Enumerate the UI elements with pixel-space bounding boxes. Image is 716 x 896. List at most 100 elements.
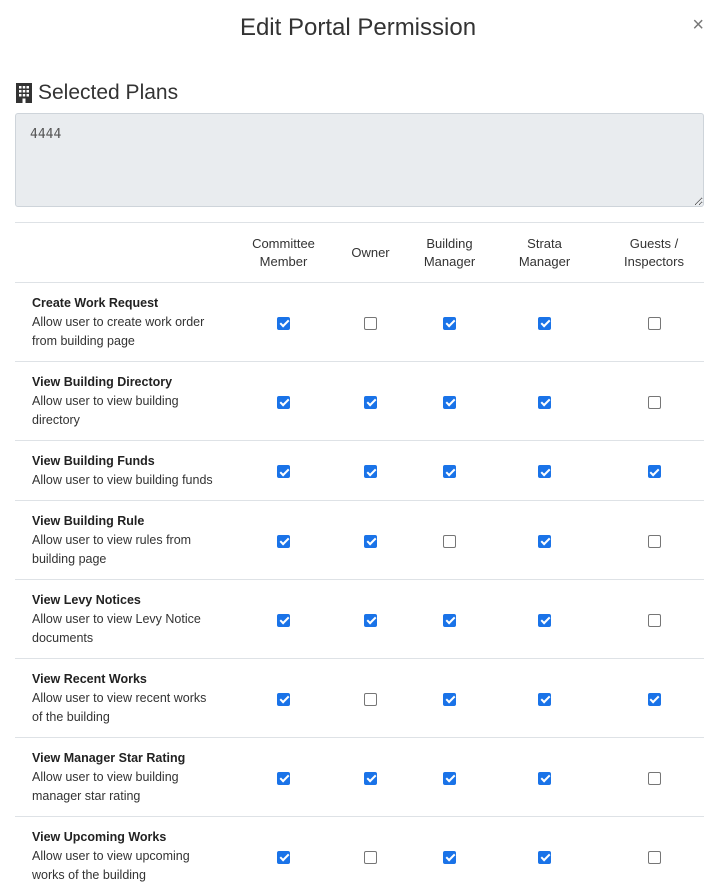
header-strata-manager: Strata Manager [485, 222, 604, 283]
owner-checkbox[interactable] [364, 534, 377, 548]
checkbox-cell [414, 579, 485, 659]
checkbox-cell [604, 816, 704, 896]
permission-label-cell: View Building Rule Allow user to view rul… [15, 500, 240, 580]
checkbox-cell [485, 579, 604, 659]
header-permission [15, 222, 240, 283]
close-button[interactable]: × [692, 15, 704, 35]
checkbox-cell [327, 737, 414, 817]
permission-description: Allow user to view rules from [32, 532, 192, 547]
checkbox-cell [240, 579, 327, 659]
permission-label-cell: View Building Directory Allow user to vie… [15, 361, 240, 441]
header-committee-member: Committee Member [240, 222, 327, 283]
checkbox-cell [327, 658, 414, 738]
table-row: View Manager Star Rating Allow user to vi… [15, 737, 704, 817]
checkbox-cell [327, 500, 414, 580]
checkbox-cell [414, 658, 485, 738]
strata-manager-checkbox[interactable] [538, 771, 551, 785]
checkbox-cell [240, 500, 327, 580]
building-manager-checkbox[interactable] [443, 613, 456, 627]
building-icon [16, 83, 32, 103]
permission-table-body: Create Work Request Allow user to create … [15, 282, 704, 896]
checkbox-cell [327, 816, 414, 896]
guests-inspectors-checkbox[interactable] [647, 850, 661, 864]
guests-inspectors-checkbox[interactable] [647, 692, 661, 706]
header-owner: Owner [327, 222, 414, 283]
guests-inspectors-checkbox[interactable] [647, 465, 661, 479]
building-manager-checkbox[interactable] [443, 395, 456, 409]
strata-manager-checkbox[interactable] [538, 613, 551, 627]
owner-checkbox[interactable] [364, 850, 377, 864]
committee-member-checkbox[interactable] [277, 534, 290, 548]
checkbox-cell [240, 658, 327, 738]
permission-name: View Building Directory [32, 374, 173, 389]
guests-inspectors-checkbox[interactable] [647, 316, 661, 330]
checkbox-cell [414, 737, 485, 817]
header-building-manager: Building Manager [414, 222, 485, 283]
guests-inspectors-checkbox[interactable] [647, 771, 661, 785]
committee-member-checkbox[interactable] [277, 395, 290, 409]
permission-description: Allow user to view building [32, 769, 179, 784]
owner-checkbox[interactable] [364, 465, 377, 479]
strata-manager-checkbox[interactable] [538, 395, 551, 409]
checkbox-cell [604, 361, 704, 441]
selected-plans-label: Selected Plans [38, 81, 179, 104]
permission-description: of the building [32, 709, 110, 724]
permission-name: View Manager Star Rating [32, 750, 186, 765]
permission-description: Allow user to view Levy Notice [32, 611, 201, 626]
strata-manager-checkbox[interactable] [538, 465, 551, 479]
building-manager-checkbox[interactable] [443, 534, 456, 548]
permission-table: Committee Member Owner Building Manager St… [15, 222, 704, 896]
owner-checkbox[interactable] [364, 692, 377, 706]
table-row: View Recent Works Allow user to view rece… [15, 658, 704, 738]
guests-inspectors-checkbox[interactable] [647, 613, 661, 627]
owner-checkbox[interactable] [364, 613, 377, 627]
permission-name: View Building Rule [32, 513, 145, 528]
building-manager-checkbox[interactable] [443, 771, 456, 785]
committee-member-checkbox[interactable] [277, 692, 290, 706]
checkbox-cell [485, 500, 604, 580]
strata-manager-checkbox[interactable] [538, 534, 551, 548]
guests-inspectors-checkbox[interactable] [647, 395, 661, 409]
committee-member-checkbox[interactable] [277, 850, 290, 864]
building-manager-checkbox[interactable] [443, 850, 456, 864]
table-row: View Levy Notices Allow user to view Levy… [15, 579, 704, 659]
permission-label-cell: View Levy Notices Allow user to view Levy… [15, 579, 240, 659]
building-manager-checkbox[interactable] [443, 465, 456, 479]
modal-header: Edit Portal Permission × [0, 0, 716, 60]
permission-description: building page [32, 551, 107, 566]
owner-checkbox[interactable] [364, 395, 377, 409]
permission-label-cell: View Manager Star Rating Allow user to vi… [15, 737, 240, 817]
strata-manager-checkbox[interactable] [538, 316, 551, 330]
permission-label-cell: View Upcoming Works Allow user to view up… [15, 816, 240, 896]
building-manager-checkbox[interactable] [443, 316, 456, 330]
committee-member-checkbox[interactable] [277, 771, 290, 785]
permission-description: manager star rating [32, 788, 141, 803]
committee-member-checkbox[interactable] [277, 316, 290, 330]
permission-name: View Upcoming Works [32, 829, 167, 844]
strata-manager-checkbox[interactable] [538, 692, 551, 706]
strata-manager-checkbox[interactable] [538, 850, 551, 864]
table-row: View Upcoming Works Allow user to view up… [15, 816, 704, 896]
checkbox-cell [240, 816, 327, 896]
owner-checkbox[interactable] [364, 316, 377, 330]
checkbox-cell [414, 282, 485, 362]
table-row: View Building Directory Allow user to vie… [15, 361, 704, 441]
checkbox-cell [604, 658, 704, 738]
checkbox-cell [485, 658, 604, 738]
checkbox-cell [327, 440, 414, 501]
checkbox-cell [604, 579, 704, 659]
owner-checkbox[interactable] [364, 771, 377, 785]
building-manager-checkbox[interactable] [443, 692, 456, 706]
permission-description: Allow user to view upcoming [32, 848, 190, 863]
checkbox-cell [485, 282, 604, 362]
permission-description: directory [32, 412, 80, 427]
committee-member-checkbox[interactable] [277, 613, 290, 627]
permission-label-cell: View Recent Works Allow user to view rece… [15, 658, 240, 738]
committee-member-checkbox[interactable] [277, 465, 290, 479]
permission-description: works of the building [32, 867, 146, 882]
selected-plans-textarea[interactable] [15, 113, 704, 207]
permission-description: Allow user to create work order [32, 314, 205, 329]
permission-description: Allow user to view building funds [32, 472, 213, 487]
permission-description: documents [32, 630, 94, 645]
guests-inspectors-checkbox[interactable] [647, 534, 661, 548]
